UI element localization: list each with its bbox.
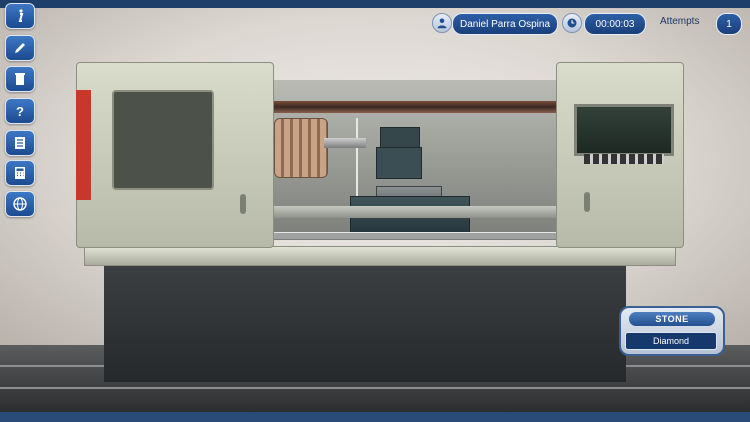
spindle-rail (268, 101, 560, 113)
control-screen (574, 104, 674, 156)
left-door-handle (240, 194, 246, 214)
user-avatar (432, 13, 452, 33)
timer-value: 00:00:03 (595, 18, 635, 30)
timer-badge: 00:00:03 (584, 13, 646, 35)
list-icon (15, 137, 25, 149)
tool-holder (376, 147, 422, 179)
wheel-arm (324, 138, 366, 148)
list-button[interactable] (5, 130, 35, 156)
trash-icon (15, 73, 25, 85)
right-door-handle (584, 192, 590, 212)
clock-icon (567, 18, 577, 28)
machine-base (104, 264, 626, 382)
user-name: Daniel Parra Ospina (459, 18, 551, 30)
user-name-badge: Daniel Parra Ospina (452, 13, 558, 35)
user-icon (437, 18, 447, 29)
attempts-label: Attempts (660, 16, 700, 27)
grinding-wheel (274, 118, 328, 178)
info-icon (18, 9, 24, 22)
top-frame-bar (0, 0, 750, 8)
stone-title: STONE (629, 312, 715, 326)
pencil-icon (15, 43, 25, 53)
globe-icon (13, 197, 27, 211)
stone-panel[interactable]: STONE Diamond (619, 306, 725, 356)
calculator-icon (15, 167, 25, 179)
bottom-frame-bar (0, 412, 750, 422)
globe-button[interactable] (5, 191, 35, 217)
timer-indicator (562, 13, 582, 33)
control-keypad (584, 154, 664, 164)
info-button[interactable] (5, 3, 35, 29)
machine-table-top (84, 246, 676, 266)
left-housing-red-strip (76, 90, 91, 200)
attempts-badge: 1 (716, 13, 742, 35)
calculator-button[interactable] (5, 160, 35, 186)
machine-bed (270, 206, 560, 218)
svg-text:?: ? (16, 104, 24, 119)
stone-value[interactable]: Diamond (625, 332, 717, 350)
left-access-door (112, 90, 214, 190)
help-button[interactable]: ? (5, 98, 35, 124)
attempts-value: 1 (726, 18, 732, 30)
delete-button[interactable] (5, 66, 35, 92)
edit-button[interactable] (5, 35, 35, 61)
question-icon: ? (16, 104, 24, 119)
bed-rail (270, 232, 560, 239)
